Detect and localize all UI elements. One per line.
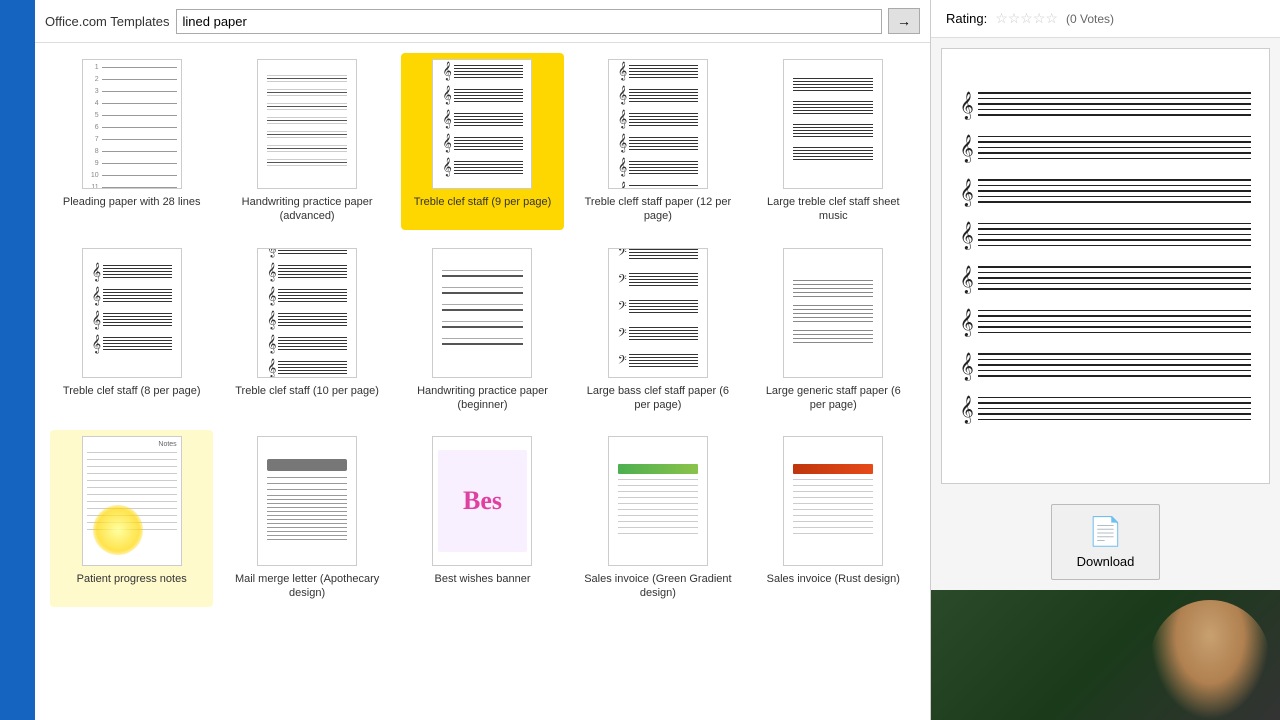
rating-stars[interactable]: ☆☆☆☆☆	[995, 10, 1058, 27]
template-item-9[interactable]: 𝄢𝄢𝄢𝄢𝄢 Large bass clef staff paper (6 per …	[576, 242, 739, 419]
template-thumb-8	[432, 248, 532, 378]
preview-clef-7: 𝄞	[960, 355, 974, 379]
template-thumb-9: 𝄢𝄢𝄢𝄢𝄢	[608, 248, 708, 378]
template-item-7[interactable]: 𝄞𝄞𝄞𝄞𝄞𝄞 Treble clef staff (10 per page)	[225, 242, 388, 419]
webcam-placeholder	[931, 590, 1280, 720]
rating-section: Rating: ☆☆☆☆☆ (0 Votes)	[931, 0, 1280, 38]
template-thumb-13: Bes	[432, 436, 532, 566]
template-item-14[interactable]: Sales invoice (Green Gradient design)	[576, 430, 739, 607]
download-button[interactable]: 📄 Download	[1051, 504, 1161, 580]
template-grid: 1234567891011121314151617181920 Pleading …	[35, 43, 930, 720]
preview-staff-group-7: 𝄞	[960, 353, 1252, 381]
rating-votes: (0 Votes)	[1066, 12, 1114, 26]
template-thumb-15	[783, 436, 883, 566]
preview-staff-group-6: 𝄞	[960, 310, 1252, 338]
template-item-12[interactable]: Mail merge letter (Apothecary design)	[225, 430, 388, 607]
template-label-5: Large treble clef staff sheet music	[758, 195, 909, 224]
template-thumb-12	[257, 436, 357, 566]
template-thumb-4: 𝄞𝄞𝄞𝄞𝄞𝄞𝄞	[608, 59, 708, 189]
preview-clef-2: 𝄞	[960, 137, 974, 161]
template-label-6: Treble clef staff (8 per page)	[63, 384, 201, 398]
download-label: Download	[1077, 554, 1135, 569]
template-label-7: Treble clef staff (10 per page)	[235, 384, 379, 398]
template-item-1[interactable]: 1234567891011121314151617181920 Pleading …	[50, 53, 213, 230]
search-input[interactable]	[176, 9, 882, 34]
template-item-11[interactable]: Notes Patient progress notes	[50, 430, 213, 607]
template-item-5[interactable]: Large treble clef staff sheet music	[752, 53, 915, 230]
preview-clef-1: 𝄞	[960, 94, 974, 118]
template-label-8: Handwriting practice paper (beginner)	[407, 384, 558, 413]
template-label-4: Treble cleff staff paper (12 per page)	[582, 195, 733, 224]
template-thumb-3: 𝄞𝄞𝄞𝄞𝄞	[432, 59, 532, 189]
template-thumb-2	[257, 59, 357, 189]
preview-staff-group-3: 𝄞	[960, 179, 1252, 207]
preview-clef-4: 𝄞	[960, 224, 974, 248]
template-label-14: Sales invoice (Green Gradient design)	[582, 572, 733, 601]
template-label-13: Best wishes banner	[434, 572, 530, 586]
template-thumb-10	[783, 248, 883, 378]
template-label-12: Mail merge letter (Apothecary design)	[231, 572, 382, 601]
template-item-13[interactable]: Bes Best wishes banner	[401, 430, 564, 607]
preview-clef-6: 𝄞	[960, 311, 974, 335]
webcam-section	[931, 590, 1280, 720]
template-item-2[interactable]: Handwriting practice paper (advanced)	[225, 53, 388, 230]
template-thumb-6: 𝄞𝄞𝄞𝄞	[82, 248, 182, 378]
left-accent-bar	[0, 0, 35, 720]
person-silhouette	[1150, 600, 1270, 720]
preview-staff-group-2: 𝄞	[960, 136, 1252, 164]
main-content-area: Office.com Templates → 12345678910111213…	[35, 0, 930, 720]
template-item-10[interactable]: Large generic staff paper (6 per page)	[752, 242, 915, 419]
template-item-8[interactable]: Handwriting practice paper (beginner)	[401, 242, 564, 419]
template-label-3: Treble clef staff (9 per page)	[414, 195, 552, 209]
template-thumb-14	[608, 436, 708, 566]
preview-section: 𝄞 𝄞 𝄞 𝄞 𝄞 𝄞 𝄞 𝄞	[941, 48, 1270, 484]
template-thumb-1: 1234567891011121314151617181920	[82, 59, 182, 189]
preview-staff-group-4: 𝄞	[960, 223, 1252, 251]
right-panel: Rating: ☆☆☆☆☆ (0 Votes) 𝄞 𝄞 𝄞 𝄞 𝄞 𝄞 𝄞 𝄞 📄 Downl…	[930, 0, 1280, 720]
download-section: 📄 Download	[931, 494, 1280, 590]
search-label: Office.com Templates	[45, 14, 170, 29]
download-icon: 📄	[1088, 515, 1123, 548]
template-item-4[interactable]: 𝄞𝄞𝄞𝄞𝄞𝄞𝄞 Treble cleff staff paper (12 per …	[576, 53, 739, 230]
template-label-11: Patient progress notes	[77, 572, 187, 586]
template-thumb-7: 𝄞𝄞𝄞𝄞𝄞𝄞	[257, 248, 357, 378]
template-item-3[interactable]: 𝄞𝄞𝄞𝄞𝄞 Treble clef staff (9 per page)	[401, 53, 564, 230]
template-label-10: Large generic staff paper (6 per page)	[758, 384, 909, 413]
search-button[interactable]: →	[888, 8, 920, 34]
template-label-15: Sales invoice (Rust design)	[767, 572, 900, 586]
rating-label: Rating:	[946, 11, 987, 26]
template-item-15[interactable]: Sales invoice (Rust design)	[752, 430, 915, 607]
template-item-6[interactable]: 𝄞𝄞𝄞𝄞 Treble clef staff (8 per page)	[50, 242, 213, 419]
preview-staff-group-1: 𝄞	[960, 92, 1252, 120]
preview-clef-5: 𝄞	[960, 268, 974, 292]
preview-clef-8: 𝄞	[960, 398, 974, 422]
preview-clef-3: 𝄞	[960, 181, 974, 205]
template-thumb-5	[783, 59, 883, 189]
search-bar: Office.com Templates →	[35, 0, 930, 43]
preview-staff-group-5: 𝄞	[960, 266, 1252, 294]
template-thumb-11: Notes	[82, 436, 182, 566]
preview-staff-group-8: 𝄞	[960, 397, 1252, 425]
template-label-1: Pleading paper with 28 lines	[63, 195, 201, 209]
template-label-2: Handwriting practice paper (advanced)	[231, 195, 382, 224]
template-label-9: Large bass clef staff paper (6 per page)	[582, 384, 733, 413]
